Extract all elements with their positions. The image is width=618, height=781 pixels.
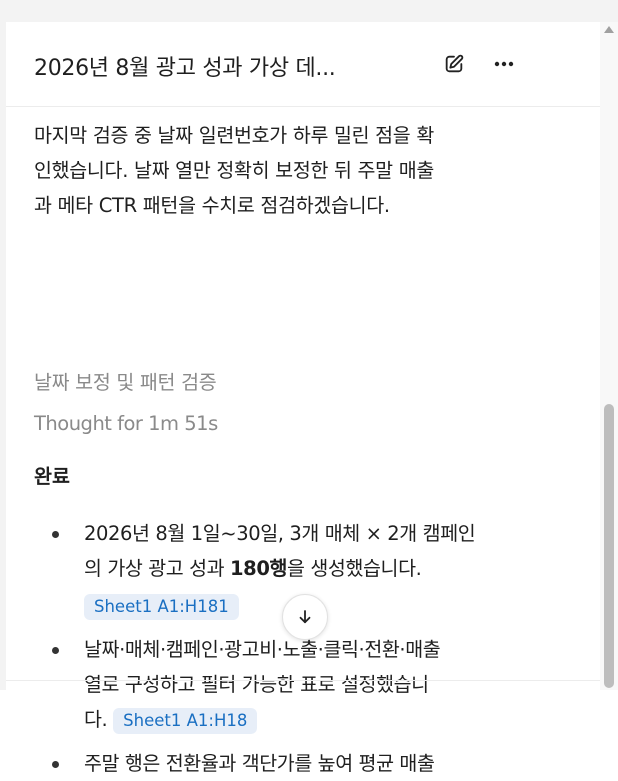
scroll-up-arrow-icon[interactable] (604, 26, 614, 33)
chip-range: A1:H181 (157, 596, 229, 616)
status-paragraph: 마지막 검증 중 날짜 일련번호가 하루 밀린 점을 확 인했습니다. 날짜 열… (34, 118, 574, 223)
thought-duration[interactable]: Thought for 1m 51s (34, 412, 218, 435)
list-item: 날짜·매체·캠페인·광고비·노출·클릭·전환·매출 열로 구성하고 필터 가능한… (34, 632, 574, 737)
step-label[interactable]: 날짜 보정 및 패턴 검증 (34, 366, 217, 395)
bullet-text: 열로 구성하고 필터 가능한 표로 설정했습니 (84, 673, 429, 696)
bullet-dot (52, 647, 59, 654)
paragraph-line: 인했습니다. 날짜 열만 정확히 보정한 뒤 주말 매출 (34, 159, 434, 182)
sheet-range-chip[interactable]: Sheet1 A1:H181 (84, 593, 239, 620)
bottom-divider (6, 680, 600, 681)
conversation-title: 2026년 8월 광고 성과 가상 데... (34, 56, 336, 81)
result-list: 2026년 8월 1일~30일, 3개 매체 × 2개 캠페인 의 가상 광고 … (34, 516, 574, 781)
bullet-text: 을 생성했습니다. (287, 557, 422, 580)
scrollbar-thumb[interactable] (604, 404, 614, 688)
done-heading: 완료 (34, 465, 70, 488)
scroll-to-bottom-button[interactable] (282, 594, 328, 640)
list-item: 주말 행은 전환율과 객단가를 높여 평균 매출 (34, 746, 574, 781)
chip-range: A1:H18 (186, 710, 248, 730)
arrow-down-icon (299, 610, 311, 624)
assistant-message: 마지막 검증 중 날짜 일련번호가 하루 밀린 점을 확 인했습니다. 날짜 열… (34, 118, 574, 775)
paragraph-line: 마지막 검증 중 날짜 일련번호가 하루 밀린 점을 확 (34, 124, 434, 147)
edit-pencil-icon (445, 54, 464, 73)
bullet-text: 날짜·매체·캠페인·광고비·노출·클릭·전환·매출 (84, 638, 441, 661)
top-strip (0, 0, 618, 22)
chip-sheet-name: Sheet1 (94, 596, 153, 616)
bullet-text: 주말 행은 전환율과 객단가를 높여 평균 매출 (84, 752, 435, 775)
more-options-button[interactable] (490, 50, 518, 78)
panel-header: 2026년 8월 광고 성과 가상 데... (6, 22, 600, 106)
bullet-text: 2026년 8월 1일~30일, 3개 매체 × 2개 캠페인 (84, 522, 476, 545)
sheet-range-chip[interactable]: Sheet1 A1:H18 (113, 707, 258, 734)
chip-sheet-name: Sheet1 (123, 710, 182, 730)
bullet-bold-text: 180행 (229, 557, 288, 580)
header-divider (6, 106, 600, 107)
paragraph-line: 과 메타 CTR 패턴을 수치로 점검하겠습니다. (34, 194, 390, 217)
more-horizontal-icon (494, 61, 514, 67)
edit-title-button[interactable] (440, 50, 468, 78)
bullet-dot (52, 531, 59, 538)
bullet-text: 의 가상 광고 성과 (84, 557, 230, 580)
bullet-text: 다. (84, 708, 108, 731)
bullet-dot (52, 761, 59, 768)
